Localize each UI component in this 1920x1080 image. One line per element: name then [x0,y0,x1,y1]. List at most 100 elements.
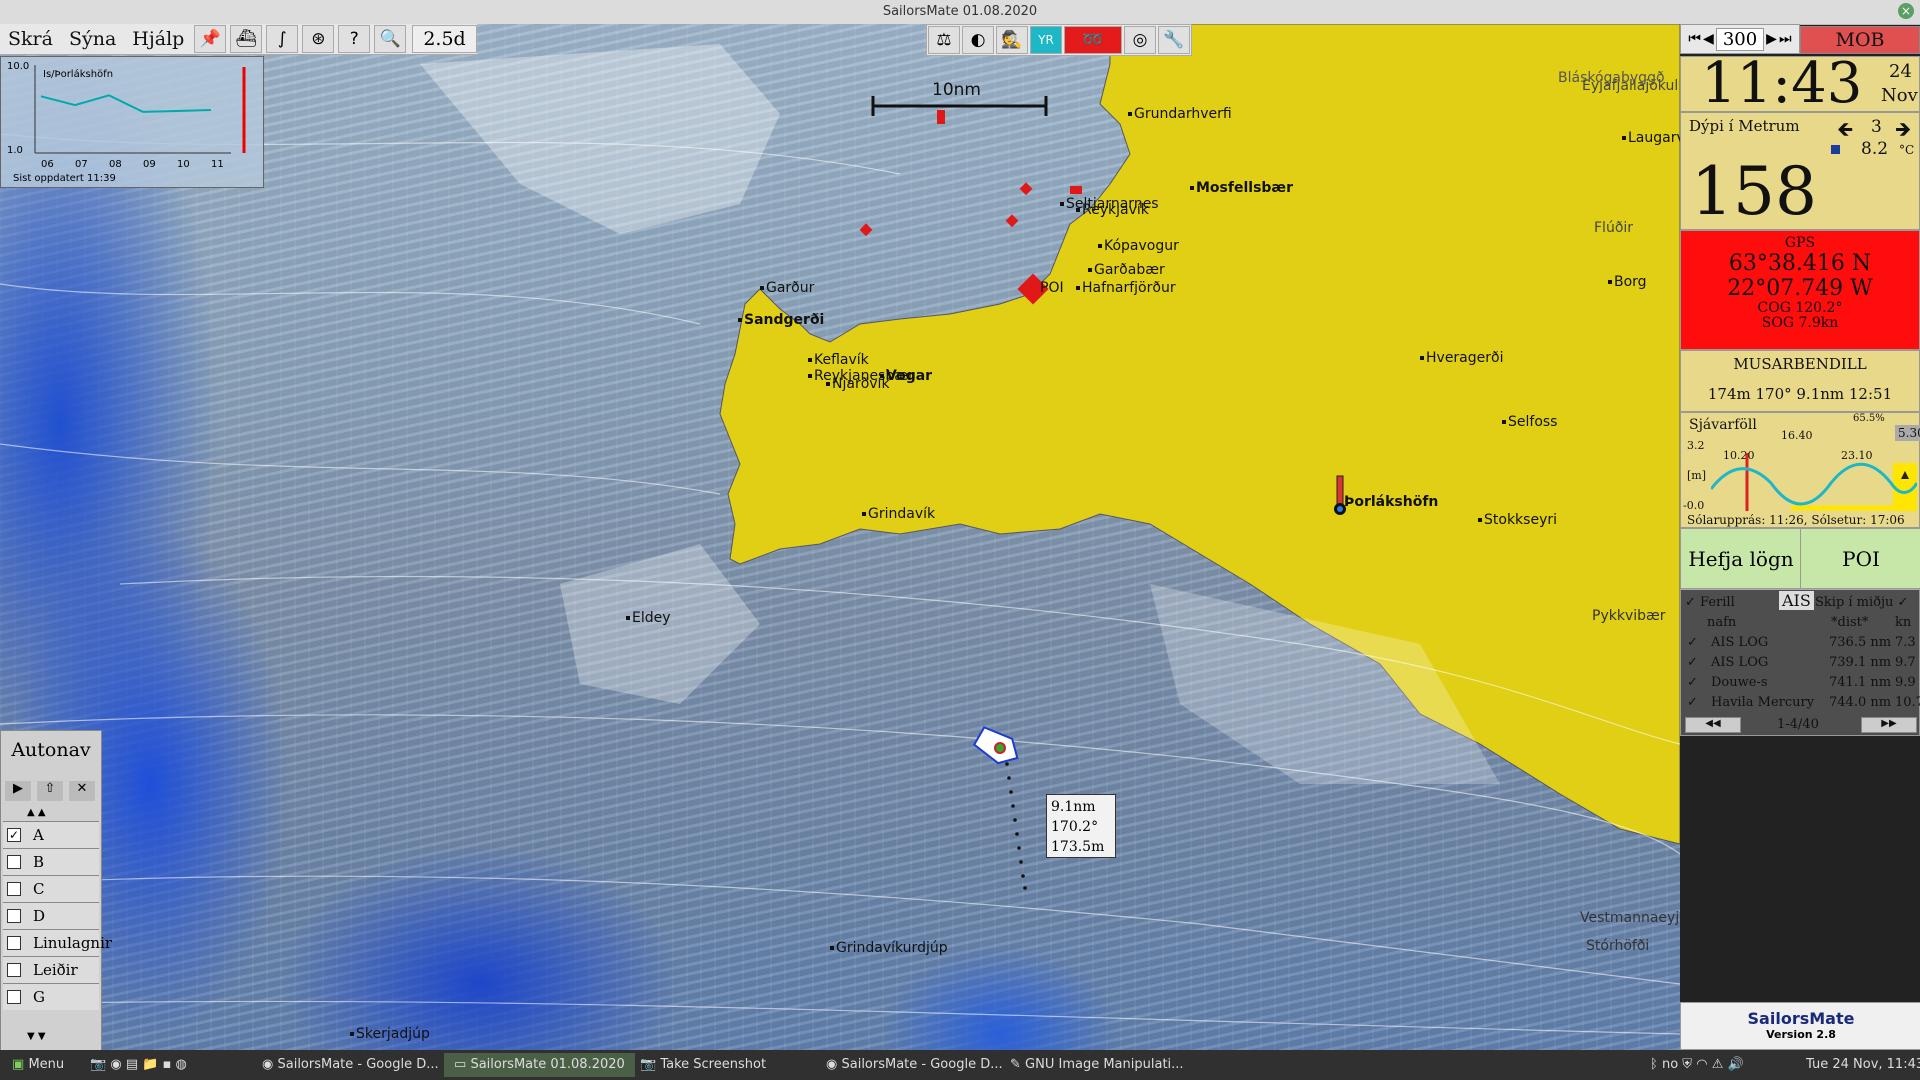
ais-box: AIS ✓ Ferill Skip í miðju ✓ nafn *dist* … [1680,588,1920,736]
compass-icon[interactable]: ⊛ [302,25,335,53]
upload-icon[interactable]: ⇧ [37,781,63,801]
place-label: Þorlákshöfn [1344,494,1439,510]
ais-next-button[interactable]: ▶▶ [1861,717,1917,733]
ais-row[interactable]: ✓ Douwe-s 741.1 nm 9.9 [1681,675,1920,693]
checkbox[interactable] [7,882,21,896]
question-icon[interactable]: ? [338,25,371,53]
checkbox[interactable] [7,936,21,950]
pin-icon[interactable]: 📌 [194,25,227,53]
prev-icon[interactable]: ◀ [1703,31,1714,47]
place-label: Laugarvatn [1622,130,1680,146]
range-value[interactable]: 300 [1715,27,1765,51]
arrow-left-icon[interactable]: 🡸 [1837,115,1853,149]
wifi-icon[interactable]: ◠ [1696,1057,1707,1072]
checkbox[interactable] [7,855,21,869]
menu-view[interactable]: Sýna [61,28,124,50]
task-item[interactable]: ◉ SailorsMate - Google D... [252,1053,449,1077]
layer-toggle-c[interactable]: C [3,875,99,902]
bluetooth-icon[interactable]: ᛒ [1650,1057,1658,1072]
volume-icon[interactable]: 🔊 [1727,1057,1743,1072]
place-label: Hveragerði [1420,350,1503,366]
center-toolbar: ⚖ ◐ 🕵 YR ➿ ◎ 🔧 [926,24,1192,56]
wrench-icon[interactable]: 🔧 [1158,26,1190,54]
files-icon[interactable]: ▤ [126,1057,138,1072]
ais-header-kn: kn [1895,615,1912,630]
waypoint-box[interactable]: MUSARBENDILL 174m 170° 9.1nm 12:51 [1680,350,1920,412]
tide-sun: Sólarupprás: 11:26, Sólsetur: 17:06 [1687,513,1905,527]
ais-prev-button[interactable]: ◀◀ [1685,717,1741,733]
menu-file[interactable]: Skrá [0,28,61,50]
layer-toggle-leidir[interactable]: Leiðir [3,956,99,983]
warning-icon[interactable]: ⚠ [1712,1057,1724,1072]
check-icon: ✓ [1687,635,1698,650]
autonav-panel: Autonav ▶ ⇧ ✕ ▲ ▲ ✓ A B C D Linulagnir Le… [0,730,112,1052]
app-logo: SailorsMate Version 2.8 [1680,1002,1920,1050]
tide-y-top: 3.2 [1687,439,1705,452]
measure-bearing: 170.2° [1051,819,1099,835]
daynight-icon[interactable]: ◐ [962,26,994,54]
check-icon: ✓ [1685,595,1696,610]
folder-icon[interactable]: 📁 [142,1057,158,1072]
taskbar: ▣ Menu 📷 ◉ ▤ 📁 ▪ ◍ ◉ SailorsMate - Googl… [0,1050,1920,1080]
scroll-up-icon[interactable]: ▲ ▲ [27,807,46,818]
start-log-button[interactable]: Hefja lögn [1680,528,1802,590]
place-label: Vestmannaeyjar [1580,910,1680,926]
ais-row[interactable]: ✓ Havila Mercury 744.0 nm 10.7 [1681,695,1920,713]
shield-icon[interactable]: ⛨ [1682,1057,1692,1072]
gps-lon: 22°07.749 W [1727,276,1873,301]
first-icon[interactable]: ⏮ [1688,31,1701,47]
poi-button[interactable]: POI [1800,528,1920,590]
zoom-icon[interactable]: 🔍 [374,25,407,53]
route-icon[interactable]: ∫ [266,25,299,53]
minichart-x-tick: 09 [143,159,156,170]
layer-toggle-linulagnir[interactable]: Linulagnir [3,929,112,956]
weather-minichart[interactable]: Is/Þorlákshöfn 10.0 1.0 06 07 08 09 10 1… [0,56,264,188]
menu-help[interactable]: Hjálp [124,28,192,50]
screenshot-icon[interactable]: 📷 [90,1057,106,1072]
place-label: Hafnarfjörður [1076,280,1176,296]
task-item[interactable]: ✎ GNU Image Manipulati... [1000,1053,1194,1077]
close-icon[interactable]: × [1898,3,1914,19]
checkbox[interactable]: ✓ [7,828,21,842]
tide-y-unit: [m] [1687,469,1707,482]
play-icon[interactable]: ▶ [5,781,31,801]
task-item-active[interactable]: ▭ SailorsMate 01.08.2020 [444,1053,635,1077]
keyboard-lang[interactable]: no [1662,1057,1678,1072]
spy-icon[interactable]: 🕵 [996,26,1028,54]
scroll-down-icon[interactable]: ▼ ▼ [27,1031,46,1042]
weather-icon[interactable]: YR [1030,26,1062,54]
scale-label: 10nm [932,80,981,100]
ais-row[interactable]: ✓ AIS LOG 736.5 nm 7.3 [1681,635,1920,653]
layer-toggle-b[interactable]: B [3,848,99,875]
ais-row[interactable]: ✓ AIS LOG 739.1 nm 9.7 [1681,655,1920,673]
zoom-value[interactable]: 2.5d [412,25,477,53]
balance-icon[interactable]: ⚖ [928,26,960,54]
layer-toggle-g[interactable]: G [3,983,99,1010]
temp-unit: °C [1899,143,1915,157]
next-icon[interactable]: ▶ [1766,31,1777,47]
close-icon[interactable]: ✕ [69,781,95,801]
target-icon[interactable]: ◎ [1124,26,1156,54]
mob-button[interactable]: MOB [1800,26,1920,54]
taskbar-clock[interactable]: Tue 24 Nov, 11:43 [1796,1053,1920,1077]
tide-y-bottom: -0.0 [1683,499,1705,512]
wind-icon[interactable]: ➿ [1064,26,1122,54]
checkbox[interactable] [7,963,21,977]
checkbox[interactable] [7,909,21,923]
ship-icon[interactable]: ⛴ [230,25,263,53]
firefox-icon[interactable]: ◍ [176,1057,187,1072]
checkbox[interactable] [7,990,21,1004]
check-icon: ✓ [1687,675,1698,690]
tide-title: Sjávarföll [1689,417,1757,433]
last-icon[interactable]: ⏭ [1779,31,1792,47]
layer-toggle-d[interactable]: D [3,902,99,929]
ais-track-toggle[interactable]: ✓ Ferill [1685,595,1735,610]
ais-center-toggle[interactable]: Skip í miðju ✓ [1815,595,1908,610]
start-menu-button[interactable]: ▣ Menu [2,1053,74,1077]
task-item[interactable]: 📷 Take Screenshot [630,1053,776,1077]
layer-toggle-a[interactable]: ✓ A [3,821,99,848]
tide-box[interactable]: Sjávarföll 65.5% 5.30 3.2 [m] -0.0 10.20… [1680,412,1920,528]
chrome-icon[interactable]: ◉ [110,1057,121,1072]
terminal-icon[interactable]: ▪ [163,1057,172,1072]
task-item[interactable]: ◉ SailorsMate - Google D... [816,1053,1013,1077]
